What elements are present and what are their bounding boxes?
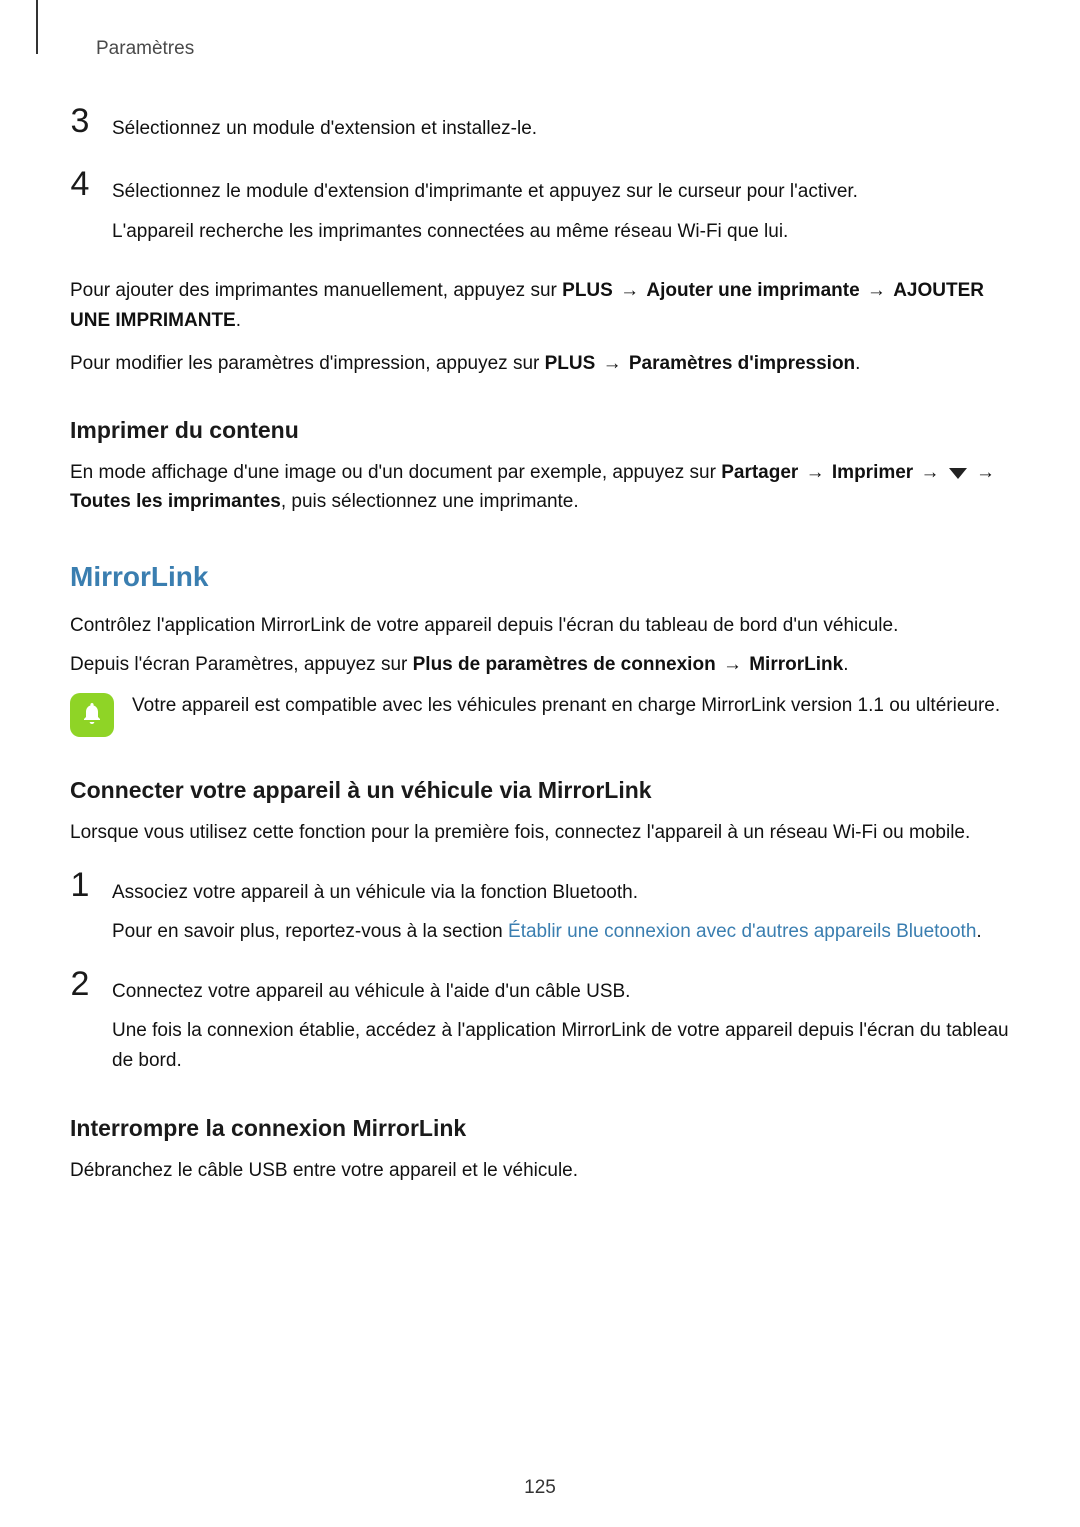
step-number: 3 [60, 102, 100, 141]
step-text: Associez votre appareil à un véhicule vi… [112, 878, 1010, 907]
note-text: Votre appareil est compatible avec les v… [132, 691, 1000, 720]
label-plus: PLUS [545, 353, 596, 374]
heading-print-content: Imprimer du contenu [70, 417, 1010, 444]
heading-interrupt: Interrompre la connexion MirrorLink [70, 1115, 1010, 1142]
step-3: 3 Sélectionnez un module d'extension et … [70, 114, 1010, 143]
step-4: 4 Sélectionnez le module d'extension d'i… [70, 177, 1010, 246]
text: Pour modifier les paramètres d'impressio… [70, 353, 545, 374]
connect-step-2: 2 Connectez votre appareil au véhicule à… [70, 977, 1010, 1075]
period: . [855, 353, 860, 374]
label-plus: PLUS [562, 280, 613, 301]
text: , puis sélectionnez une imprimante. [281, 491, 579, 512]
step-text: Sélectionnez un module d'extension et in… [112, 114, 1010, 143]
page: Paramètres 3 Sélectionnez un module d'ex… [0, 0, 1080, 1527]
step-content: Associez votre appareil à un véhicule vi… [112, 878, 1010, 947]
period: . [236, 310, 241, 331]
step-text: Une fois la connexion établie, accédez à… [112, 1016, 1010, 1075]
connect-intro: Lorsque vous utilisez cette fonction pou… [70, 818, 1010, 847]
label-mirrorlink: MirrorLink [749, 654, 843, 675]
running-header: Paramètres [96, 38, 1010, 60]
step-text: L'appareil recherche les imprimantes con… [112, 217, 1010, 246]
page-number: 125 [0, 1477, 1080, 1499]
interrupt-text: Débranchez le câble USB entre votre appa… [70, 1156, 1010, 1185]
step-number: 2 [60, 965, 100, 1004]
text: Pour en savoir plus, reportez-vous à la … [112, 921, 508, 942]
label-add-printer: Ajouter une imprimante [646, 280, 859, 301]
link-bluetooth-pairing[interactable]: Établir une connexion avec d'autres appa… [508, 921, 976, 942]
label-more-connection: Plus de paramètres de connexion [413, 654, 716, 675]
step-content: Sélectionnez un module d'extension et in… [112, 114, 1010, 143]
mirrorlink-path: Depuis l'écran Paramètres, appuyez sur P… [70, 650, 1010, 679]
connect-step-1: 1 Associez votre appareil à un véhicule … [70, 878, 1010, 947]
step-text: Connectez votre appareil au véhicule à l… [112, 977, 1010, 1006]
arrow-icon: → [620, 280, 639, 301]
arrow-icon: → [976, 462, 995, 483]
dropdown-icon [949, 468, 967, 479]
arrow-icon: → [603, 353, 622, 374]
step-content: Sélectionnez le module d'extension d'imp… [112, 177, 1010, 246]
text: Depuis l'écran Paramètres, appuyez sur [70, 654, 413, 675]
note: Votre appareil est compatible avec les v… [70, 691, 1010, 737]
step-number: 1 [60, 866, 100, 905]
label-share: Partager [721, 462, 798, 483]
label-all-printers: Toutes les imprimantes [70, 491, 281, 512]
text: Pour ajouter des imprimantes manuellemen… [70, 280, 562, 301]
text: En mode affichage d'une image ou d'un do… [70, 462, 721, 483]
period: . [976, 921, 981, 942]
label-print-settings: Paramètres d'impression [629, 353, 855, 374]
bell-icon [70, 693, 114, 737]
arrow-icon: → [723, 654, 742, 675]
step-text: Pour en savoir plus, reportez-vous à la … [112, 917, 1010, 946]
heading-connect: Connecter votre appareil à un véhicule v… [70, 777, 1010, 804]
arrow-icon: → [806, 462, 825, 483]
arrow-icon: → [920, 462, 939, 483]
mirrorlink-desc: Contrôlez l'application MirrorLink de vo… [70, 611, 1010, 640]
header-rule [36, 0, 38, 54]
step-text: Sélectionnez le module d'extension d'imp… [112, 177, 1010, 206]
print-content-paragraph: En mode affichage d'une image ou d'un do… [70, 458, 1010, 517]
step-number: 4 [60, 165, 100, 204]
step-content: Connectez votre appareil au véhicule à l… [112, 977, 1010, 1075]
heading-mirrorlink: MirrorLink [70, 561, 1010, 593]
manual-add-paragraph: Pour ajouter des imprimantes manuellemen… [70, 276, 1010, 335]
label-print: Imprimer [832, 462, 913, 483]
period: . [843, 654, 848, 675]
modify-settings-paragraph: Pour modifier les paramètres d'impressio… [70, 349, 1010, 378]
arrow-icon: → [867, 280, 886, 301]
